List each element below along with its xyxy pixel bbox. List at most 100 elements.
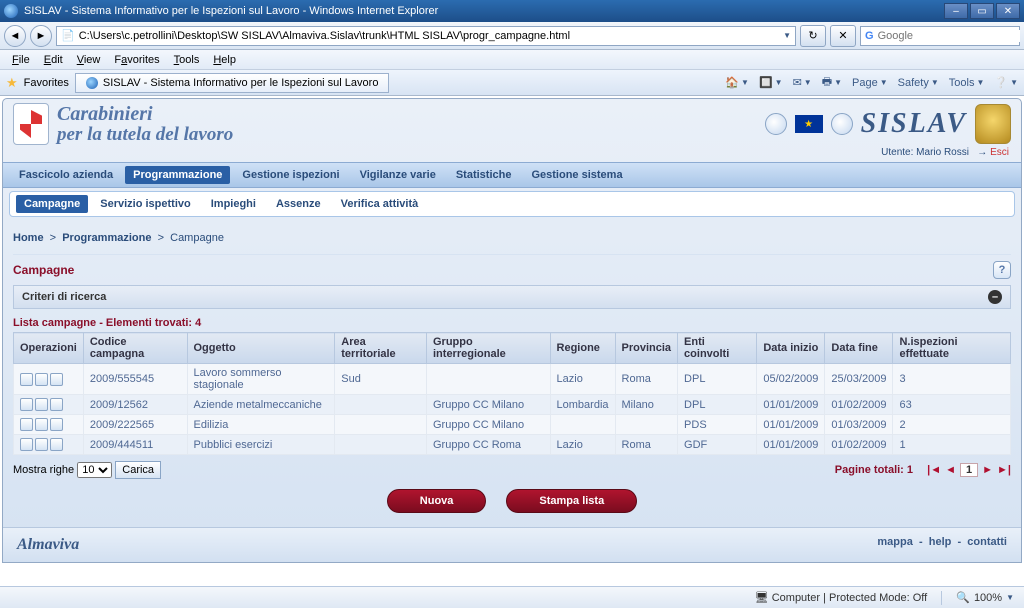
view-icon[interactable] <box>35 398 48 411</box>
cell-inizio: 01/01/2009 <box>757 395 825 415</box>
table-row[interactable]: 2009/444511Pubblici eserciziGruppo CC Ro… <box>14 435 1011 455</box>
subnav-verifica[interactable]: Verifica attività <box>333 195 427 213</box>
col-codice[interactable]: Codice campagna <box>83 333 187 364</box>
cell-fine: 01/02/2009 <box>825 395 893 415</box>
back-button[interactable]: ◄ <box>4 25 26 47</box>
menu-help[interactable]: Help <box>207 52 242 68</box>
view-icon[interactable] <box>35 418 48 431</box>
subnav-servizio[interactable]: Servizio ispettivo <box>92 195 198 213</box>
logout-link[interactable]: Esci <box>990 147 1009 158</box>
stop-button[interactable]: ✕ <box>830 25 856 47</box>
subnav-assenze[interactable]: Assenze <box>268 195 329 213</box>
menu-favorites[interactable]: Favorites <box>108 52 165 68</box>
table-row[interactable]: 2009/555545Lavoro sommerso stagionaleSud… <box>14 364 1011 395</box>
criteria-panel[interactable]: Criteri di ricerca – <box>13 285 1011 309</box>
col-provincia[interactable]: Provincia <box>615 333 678 364</box>
edit-icon[interactable] <box>20 418 33 431</box>
col-fine[interactable]: Data fine <box>825 333 893 364</box>
help-icon[interactable]: ? <box>993 261 1011 279</box>
menu-edit[interactable]: Edit <box>38 52 69 68</box>
crumb-home[interactable]: Home <box>13 232 44 244</box>
nav-statistiche[interactable]: Statistiche <box>448 166 520 184</box>
nav-gestione-ispezioni[interactable]: Gestione ispezioni <box>234 166 347 184</box>
col-nisp[interactable]: N.ispezioni effettuate <box>893 333 1011 364</box>
refresh-button[interactable]: ↻ <box>800 25 826 47</box>
col-area[interactable]: Area territoriale <box>335 333 427 364</box>
subnav-impieghi[interactable]: Impieghi <box>203 195 264 213</box>
forward-button[interactable]: ► <box>30 25 52 47</box>
nav-vigilanze[interactable]: Vigilanze varie <box>352 166 444 184</box>
view-icon[interactable] <box>35 438 48 451</box>
address-input[interactable] <box>79 30 779 42</box>
cell-enti: PDS <box>678 415 757 435</box>
delete-icon[interactable] <box>50 418 63 431</box>
footer-brand: Almaviva <box>17 536 79 554</box>
list-header: Lista campagne - Elementi trovati: 4 <box>13 309 1011 332</box>
table-row[interactable]: 2009/222565EdiliziaGruppo CC MilanoPDS01… <box>14 415 1011 435</box>
minimize-button[interactable]: – <box>944 3 968 19</box>
load-button[interactable]: Carica <box>115 461 161 479</box>
cell-gruppo <box>427 364 551 395</box>
home-button[interactable]: 🏠▼ <box>725 76 749 89</box>
address-dropdown-icon[interactable]: ▼ <box>783 31 791 40</box>
col-regione[interactable]: Regione <box>550 333 615 364</box>
mail-button[interactable]: ✉▼ <box>793 76 812 89</box>
nav-fascicolo[interactable]: Fascicolo azienda <box>11 166 121 184</box>
close-button[interactable]: ✕ <box>996 3 1020 19</box>
table-row[interactable]: 2009/12562Aziende metalmeccanicheGruppo … <box>14 395 1011 415</box>
help-button[interactable]: ❔▼ <box>994 76 1018 89</box>
status-zoom[interactable]: 🔍 100% ▼ <box>956 591 1014 604</box>
favorites-label[interactable]: Favorites <box>24 77 69 89</box>
cell-gruppo: Gruppo CC Milano <box>427 395 551 415</box>
print-list-button[interactable]: Stampa lista <box>506 489 637 513</box>
pager-prev[interactable]: ◄ <box>945 464 956 476</box>
cell-provincia <box>615 415 678 435</box>
carabinieri-shield-icon <box>13 103 49 145</box>
search-input[interactable] <box>878 30 1020 42</box>
menu-file[interactable]: File <box>6 52 36 68</box>
criteria-label: Criteri di ricerca <box>22 291 106 303</box>
favorites-star-icon[interactable]: ★ <box>6 75 18 91</box>
pager-next[interactable]: ► <box>982 464 993 476</box>
cell-enti: DPL <box>678 395 757 415</box>
cell-area <box>335 415 427 435</box>
rows-select[interactable]: 10 <box>77 462 112 478</box>
pager-first[interactable]: |◄ <box>927 464 941 476</box>
feeds-button[interactable]: 🔲▼ <box>759 76 783 89</box>
col-oggetto[interactable]: Oggetto <box>187 333 335 364</box>
print-button[interactable]: 🖶▼ <box>822 73 842 92</box>
col-gruppo[interactable]: Gruppo interregionale <box>427 333 551 364</box>
search-box[interactable]: G 🔍 <box>860 26 1020 46</box>
safety-menu[interactable]: Safety ▼ <box>898 77 939 89</box>
pager-last[interactable]: ►| <box>997 464 1011 476</box>
menu-tools[interactable]: Tools <box>168 52 206 68</box>
crumb-prog[interactable]: Programmazione <box>62 232 151 244</box>
maximize-button[interactable]: ▭ <box>970 3 994 19</box>
edit-icon[interactable] <box>20 398 33 411</box>
criteria-toggle-icon[interactable]: – <box>988 290 1002 304</box>
col-operazioni[interactable]: Operazioni <box>14 333 84 364</box>
delete-icon[interactable] <box>50 373 63 386</box>
col-inizio[interactable]: Data inizio <box>757 333 825 364</box>
address-bar[interactable]: 📄 ▼ <box>56 26 796 46</box>
subnav-campagne[interactable]: Campagne <box>16 195 88 213</box>
tools-menu[interactable]: Tools ▼ <box>949 77 985 89</box>
new-button[interactable]: Nuova <box>387 489 487 513</box>
page-menu[interactable]: Page ▼ <box>852 77 888 89</box>
footer-help[interactable]: help <box>929 536 952 548</box>
view-icon[interactable] <box>35 373 48 386</box>
col-enti[interactable]: Enti coinvolti <box>678 333 757 364</box>
menu-view[interactable]: View <box>71 52 107 68</box>
footer-contatti[interactable]: contatti <box>967 536 1007 548</box>
cell-regione: Lazio <box>550 364 615 395</box>
edit-icon[interactable] <box>20 438 33 451</box>
footer-mappa[interactable]: mappa <box>877 536 912 548</box>
nav-gestione-sistema[interactable]: Gestione sistema <box>523 166 630 184</box>
delete-icon[interactable] <box>50 398 63 411</box>
edit-icon[interactable] <box>20 373 33 386</box>
delete-icon[interactable] <box>50 438 63 451</box>
nav-programmazione[interactable]: Programmazione <box>125 166 230 184</box>
cell-fine: 01/03/2009 <box>825 415 893 435</box>
cell-inizio: 01/01/2009 <box>757 415 825 435</box>
browser-tab[interactable]: SISLAV - Sistema Informativo per le Ispe… <box>75 73 390 93</box>
